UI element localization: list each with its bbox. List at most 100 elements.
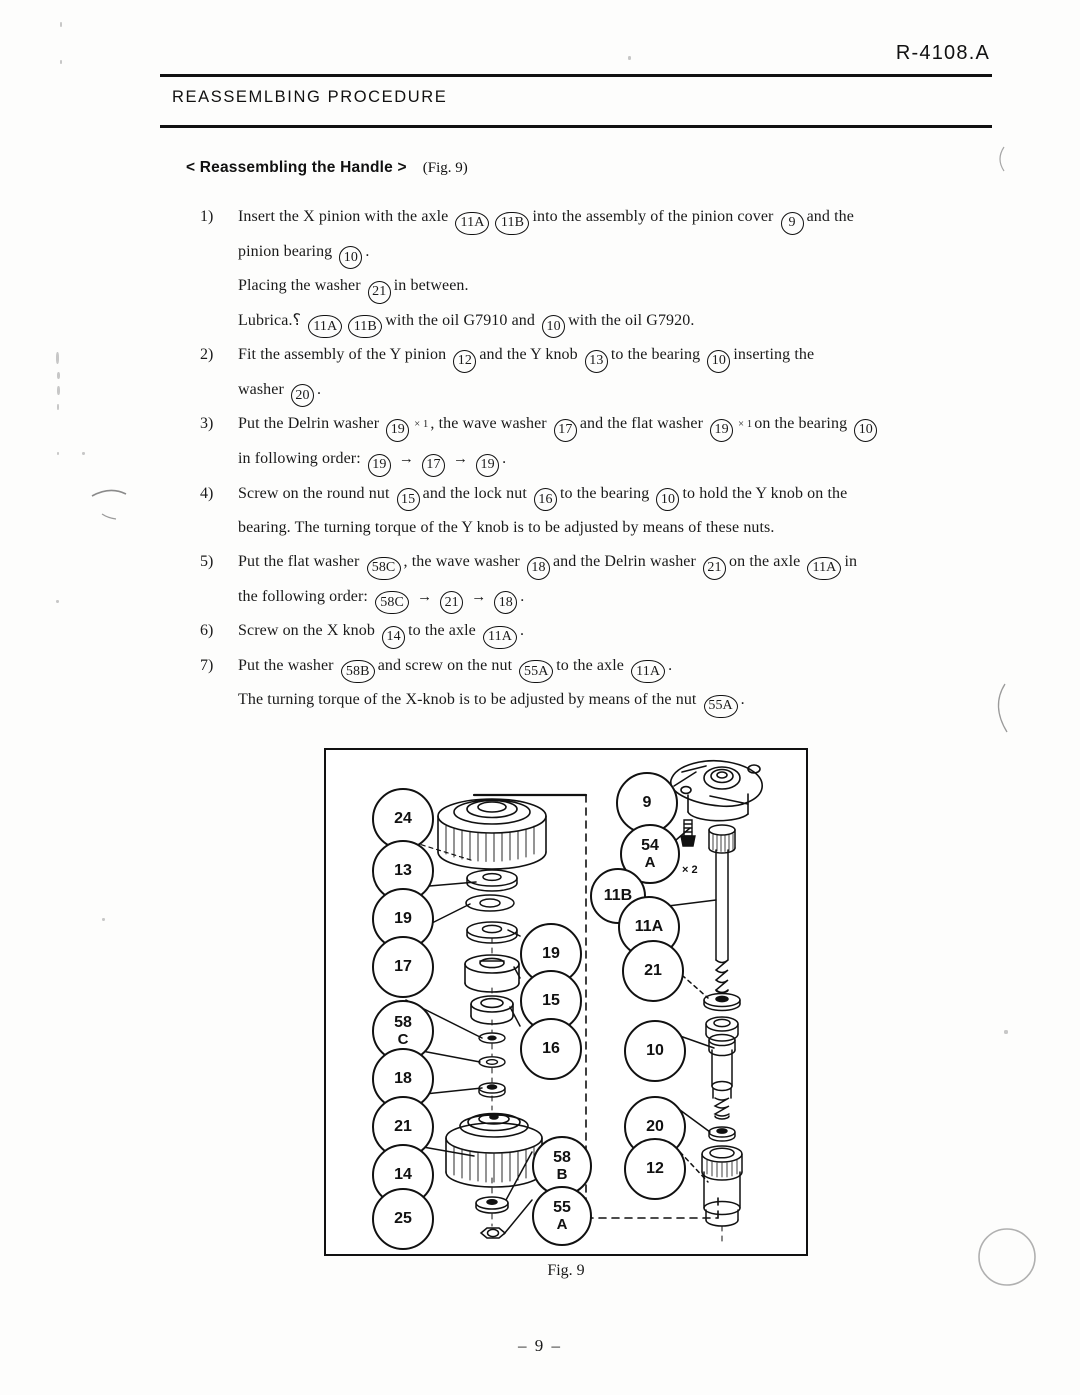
procedure-step: 1) Insert the X pinion with the axle 11A 1… <box>200 200 990 338</box>
step-text: Put the Delrin washer <box>238 415 380 432</box>
margin-scribble <box>999 146 1005 172</box>
part-reference-21: 21 <box>367 280 391 304</box>
step-text: in between. <box>393 277 469 294</box>
step-text: washer <box>238 380 284 398</box>
step-text: Insert the X pinion with the axle <box>238 208 449 225</box>
step-text: Placing the washer <box>238 277 361 294</box>
step-text: The turning torque of the X-knob is to b… <box>238 691 697 708</box>
procedure-step: 5) Put the flat washer 58C, the wave wash… <box>200 545 990 614</box>
page-canvas: R-4108.A REASSEMLBING PROCEDURE < Reasse… <box>0 0 1080 1395</box>
step-text: and screw on the nut <box>377 656 513 674</box>
procedure-step: 6) Screw on the X knob 14 to the axle 11A. <box>200 614 990 649</box>
callout-label: 11A <box>634 918 664 935</box>
part-reference-11A: 11A <box>308 315 343 338</box>
header-rule-bottom <box>160 125 992 128</box>
margin-scribble <box>997 683 1008 733</box>
procedure-step: 7) Put the washer 58B and screw on the nut… <box>200 649 990 718</box>
part-reference-16: 16 <box>533 488 557 511</box>
step-line: washer 20. <box>238 373 990 407</box>
step-number: 3) <box>200 415 214 432</box>
step-line: Screw on the round nut 15 and the lock nu… <box>238 477 990 511</box>
step-line: Screw on the X knob 14 to the axle 11A. <box>238 614 990 649</box>
step-number: 6) <box>200 622 214 639</box>
step-text: , the wave washer <box>403 553 520 570</box>
part-reference-58C: 58C <box>375 591 410 614</box>
figure-callout-17: 17 <box>372 936 434 998</box>
scan-artifact <box>60 22 62 27</box>
step-text: on the axle <box>729 553 801 570</box>
figure-callout-25: 25 <box>372 1188 434 1250</box>
part-reference-12: 12 <box>453 349 477 373</box>
part-reference-11A: 11A <box>807 556 842 580</box>
figure-callout-21b: 21 <box>622 940 684 1002</box>
scan-artifact <box>82 452 85 455</box>
scan-artifact <box>1004 1030 1008 1034</box>
step-text: and the flat washer <box>579 415 704 432</box>
procedure-step: 4) Screw on the round nut 15 and the lock … <box>200 477 990 546</box>
part-reference-55A: 55A <box>703 694 738 718</box>
part-reference-11B: 11B <box>348 315 383 338</box>
step-text: and the Y knob <box>479 346 578 363</box>
step-number: 1) <box>200 208 214 225</box>
sequence-arrow: → <box>453 451 469 467</box>
step-line: Put the flat washer 58C, the wave washer… <box>238 545 990 580</box>
callout-label: 15 <box>542 992 560 1009</box>
step-text: , the wave washer <box>430 415 547 432</box>
step-line: Lubrica.⸮ 11A 11B with the oil G7910 and 1… <box>238 304 990 338</box>
callout-label: 55 <box>553 1199 571 1216</box>
figure-callout-10: 10 <box>624 1020 686 1082</box>
step-text: to hold the Y knob on the <box>682 484 848 502</box>
step-text: to the bearing <box>559 484 650 502</box>
exploded-view-figure: 24 13 19 17 58 C 18 21 14 25 19 15 16 58 B 55 A 9 54 A 11B 11… <box>324 748 808 1256</box>
scan-artifact <box>56 352 59 364</box>
step-text: and the <box>806 208 854 225</box>
sequence-arrow: → <box>398 451 414 467</box>
part-reference-11A: 11A <box>455 211 490 235</box>
callout-label: 19 <box>542 945 560 962</box>
callout-label: 17 <box>394 958 412 975</box>
step-text: pinion bearing <box>238 242 333 260</box>
step-text: Lubrica.⸮ <box>238 311 302 329</box>
part-reference-11A: 11A <box>631 660 666 683</box>
figure-callout-12: 12 <box>624 1138 686 1200</box>
margin-scribble <box>91 489 127 520</box>
step-text: Put the flat washer <box>238 553 360 570</box>
scan-artifact <box>628 56 631 60</box>
callout-label: 16 <box>542 1040 560 1057</box>
step-text: inserting the <box>733 346 815 363</box>
part-reference-10: 10 <box>656 488 680 511</box>
margin-scribble <box>978 1228 1036 1286</box>
step-text: into the assembly of the pinion cover <box>532 208 774 225</box>
step-text: . <box>519 622 525 639</box>
step-body: Insert the X pinion with the axle 11A 11B… <box>238 200 990 338</box>
step-text: with the oil G7920. <box>568 311 695 329</box>
part-reference-19: 19 <box>710 418 734 442</box>
part-reference-17: 17 <box>422 453 445 477</box>
part-reference-15: 15 <box>396 488 420 511</box>
callout-label: 13 <box>394 862 412 879</box>
figure-caption: Fig. 9 <box>547 1262 585 1279</box>
callout-sublabel: A <box>644 854 656 871</box>
callout-label: 10 <box>646 1042 664 1059</box>
callout-label: 58 <box>394 1014 412 1031</box>
part-reference-58B: 58B <box>340 660 375 683</box>
subsection-heading: < Reassembling the Handle > (Fig. 9) <box>186 159 468 177</box>
step-text: to the axle <box>556 656 624 674</box>
step-text: bearing. The turning torque of the Y kno… <box>238 519 775 536</box>
callout-label: 18 <box>394 1070 412 1087</box>
callout-label: 25 <box>394 1210 412 1227</box>
page-number: – 9 – <box>518 1336 562 1355</box>
part-reference-20: 20 <box>291 384 315 407</box>
part-reference-18: 18 <box>494 591 518 614</box>
part-reference-10: 10 <box>542 315 566 338</box>
step-body: Fit the assembly of the Y pinion 12 and t… <box>238 338 990 407</box>
part-reference-11B: 11B <box>495 211 530 235</box>
document-code: R-4108.A <box>895 42 990 64</box>
step-line: bearing. The turning torque of the Y kno… <box>238 511 990 545</box>
callout-label: 11B <box>603 887 633 904</box>
scan-artifact <box>60 60 62 64</box>
scan-artifact <box>57 452 59 455</box>
step-text: . <box>740 691 745 708</box>
step-body: Screw on the round nut 15 and the lock nu… <box>238 477 990 546</box>
step-line: Placing the washer 21 in between. <box>238 269 990 304</box>
